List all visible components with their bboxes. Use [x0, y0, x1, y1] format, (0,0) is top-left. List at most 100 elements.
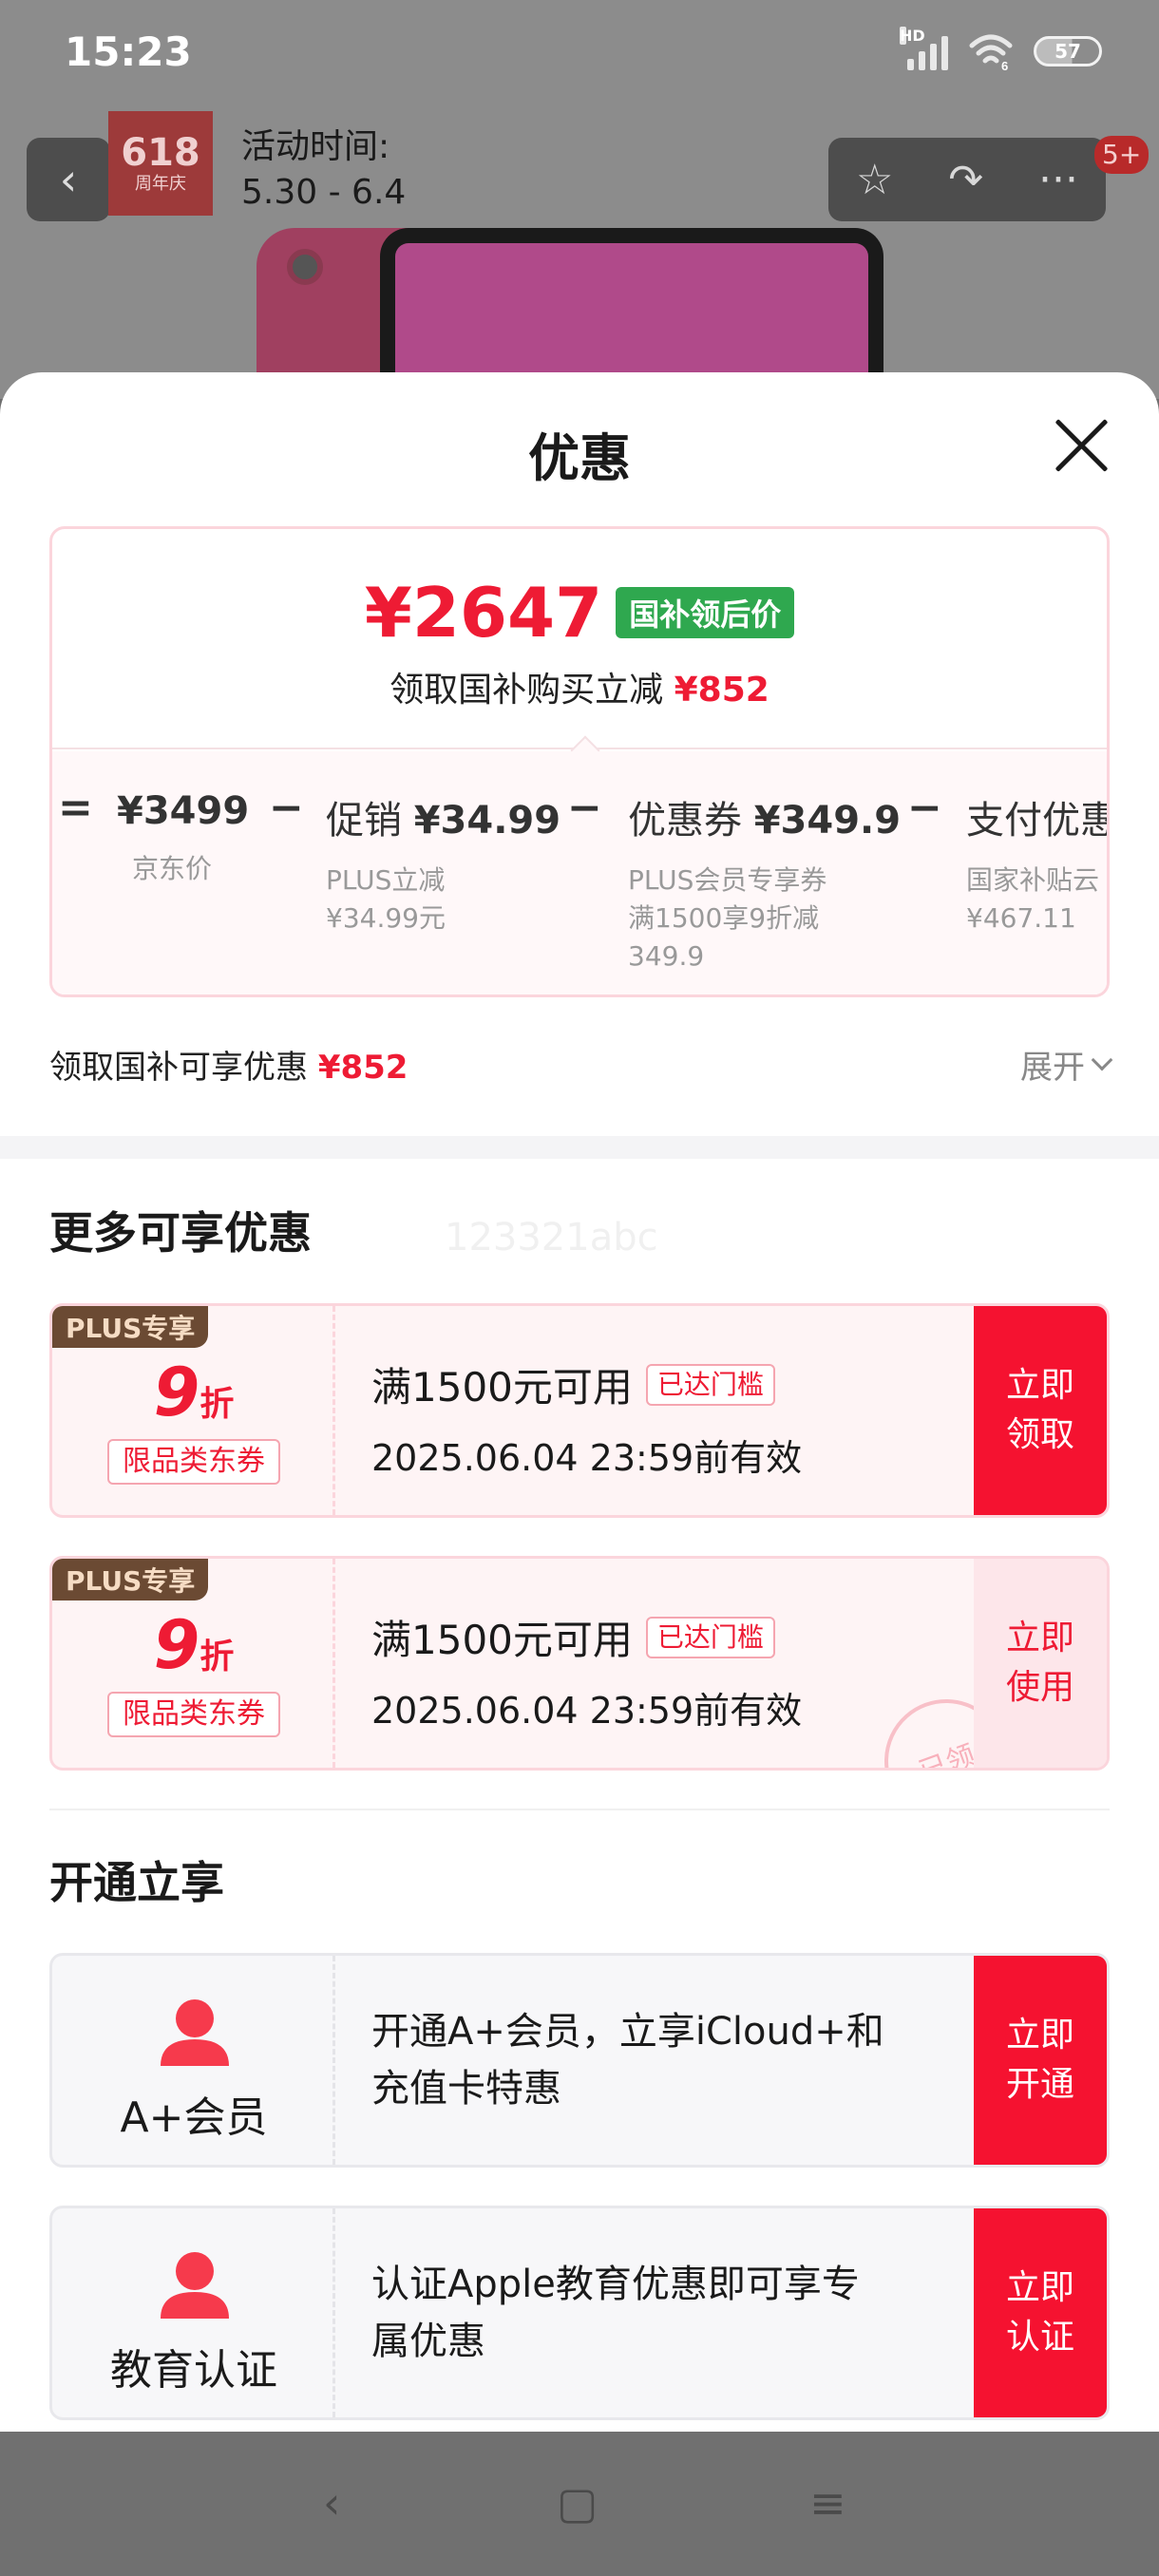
wifi-icon: 6 [967, 32, 1015, 73]
coupon-info: 满1500元可用 已达门槛 2025.06.04 23:59前有效 [371, 1355, 802, 1481]
breakdown-desc: 国家补贴云 [966, 864, 1100, 896]
member-card: 教育认证 认证Apple教育优惠即可享专 属优惠 立即 认证 [49, 2206, 1110, 2420]
activate-membership-button[interactable]: 立即 开通 [974, 1956, 1107, 2165]
subsidy-offer-amount: ¥852 [317, 1048, 408, 1087]
breakdown-label: 优惠券 [628, 799, 742, 843]
breakdown-label: 促销 [326, 799, 402, 843]
activity-label: 活动时间: [241, 127, 390, 166]
coupon-condition-row: 满1500元可用 已达门槛 [371, 1355, 802, 1413]
price-card: ¥2647 国补领后价 领取国补购买立减 ¥852 = ¥3499 京东价 − … [49, 526, 1110, 997]
breakdown-desc: 349.9 [628, 940, 705, 972]
coupon-type: 限品类东券 [107, 1439, 280, 1485]
discount-value: 9 [153, 1354, 200, 1431]
coupon-left: PLUS专享 9折 限品类东券 [52, 1559, 335, 1768]
action-line: 立即 [1005, 1619, 1074, 1657]
network-label: HD [900, 27, 925, 45]
expand-label: 展开 [1020, 1048, 1085, 1087]
more-icon[interactable]: ··· [1038, 156, 1078, 204]
use-coupon-button[interactable]: 立即 使用 [974, 1559, 1107, 1768]
coupon-condition: 满1500元可用 [371, 1617, 633, 1663]
discount-unit: 折 [200, 1638, 235, 1676]
action-line: 认证 [1005, 2318, 1074, 2357]
member-desc: 认证Apple教育优惠即可享专 属优惠 [371, 2256, 922, 2370]
svg-text:6: 6 [1001, 59, 1008, 70]
product-image-camera [287, 249, 323, 285]
signal-icon: HD [900, 27, 948, 70]
logo-main-text: 618 [121, 131, 200, 175]
person-icon [161, 1999, 229, 2066]
status-time: 15:23 [65, 28, 192, 75]
product-top-nav: ‹ 618 周年庆 活动时间: 5.30 - 6.4 ☆ ↷ ··· 5+ [0, 109, 1159, 233]
nav-home-icon[interactable]: ▢ [557, 2477, 598, 2529]
coupon-expiry: 2025.06.04 23:59前有效 [371, 1437, 803, 1479]
education-verify-button[interactable]: 立即 认证 [974, 2208, 1107, 2417]
subsidy-price-tag: 国补领后价 [616, 587, 795, 638]
discount-value: 9 [153, 1606, 200, 1684]
action-line: 领取 [1005, 1415, 1074, 1454]
coupon-condition-row: 满1500元可用 已达门槛 [371, 1608, 802, 1666]
member-card: A+会员 开通A+会员，立享iCloud+和 充值卡特惠 立即 开通 [49, 1953, 1110, 2168]
coupon-info: 满1500元可用 已达门槛 2025.06.04 23:59前有效 [371, 1608, 802, 1733]
breakdown-desc: ¥34.99元 [326, 902, 446, 934]
breakdown-desc: ¥467.11 [966, 902, 1076, 934]
share-icon[interactable]: ↷ [948, 156, 983, 204]
member-left: A+会员 [52, 1956, 335, 2165]
subsidy-expand-row: 领取国补可享优惠 ¥852 展开 [49, 1035, 1113, 1092]
background-page: 15:23 HD 6 57 ‹ 618 周年庆 活动时间: 5.30 - 6.4… [0, 0, 1159, 399]
more-offers-title: 更多可享优惠 [49, 1207, 312, 1259]
coupon-discount: 9折 [52, 1606, 335, 1684]
plus-exclusive-tag: PLUS专享 [52, 1559, 209, 1601]
subsidy-text: 领取国补购买立减 [390, 671, 664, 710]
action-line: 使用 [1005, 1668, 1074, 1707]
subsidy-offer-text: 领取国补可享优惠 [49, 1048, 308, 1087]
breakdown-value: ¥34.99 [413, 799, 561, 843]
action-line: 开通 [1005, 2065, 1074, 2104]
claim-coupon-button[interactable]: 立即 领取 [974, 1306, 1107, 1515]
battery-icon: 57 [1034, 36, 1102, 66]
plus-exclusive-tag: PLUS专享 [52, 1306, 209, 1348]
member-left: 教育认证 [52, 2208, 335, 2417]
back-button[interactable]: ‹ [27, 138, 110, 221]
member-desc-line: 开通A+会员，立享iCloud+和 [371, 2010, 884, 2054]
member-desc-line: 属优惠 [371, 2320, 485, 2363]
breakdown-desc: PLUS立减 [326, 864, 446, 896]
action-button-group: ☆ ↷ ··· [828, 138, 1106, 221]
status-bar: 15:23 HD 6 57 [0, 0, 1159, 104]
final-price: ¥2647 [364, 573, 603, 653]
star-icon[interactable]: ☆ [856, 156, 893, 204]
threshold-met-tag: 已达门槛 [645, 1363, 775, 1406]
price-header: ¥2647 国补领后价 领取国补购买立减 ¥852 [52, 529, 1107, 749]
watermark: 123321abc [445, 1216, 658, 1260]
expand-button[interactable]: 展开 [1020, 1041, 1113, 1088]
breakdown-value: ¥349.9 [753, 799, 902, 843]
coupon-condition: 满1500元可用 [371, 1364, 633, 1411]
breakdown-operator: − [907, 784, 942, 832]
system-nav-bar: ‹ ▢ ≡ [0, 2432, 1159, 2576]
activity-time: 活动时间: 5.30 - 6.4 [241, 124, 406, 216]
nav-menu-icon[interactable]: ≡ [809, 2477, 846, 2529]
breakdown-item-promotion: 促销 ¥34.99 PLUS立减 ¥34.99元 [326, 789, 560, 938]
breakdown-value: ¥3499 [117, 789, 250, 833]
coupon-discount: 9折 [52, 1354, 335, 1431]
action-line: 立即 [1005, 2016, 1074, 2055]
offers-sheet: 优惠 ¥2647 国补领后价 领取国补购买立减 ¥852 = ¥3499 京东价… [0, 372, 1159, 2432]
action-line: 立即 [1005, 2268, 1074, 2307]
coupon-card: PLUS专享 9折 限品类东券 满1500元可用 已达门槛 2025.06.04… [49, 1556, 1110, 1771]
action-line: 立即 [1005, 1366, 1074, 1405]
breakdown-desc: PLUS会员专享券 [628, 864, 827, 896]
breakdown-operator: − [567, 784, 602, 832]
thin-divider [49, 1809, 1110, 1810]
subsidy-summary: 领取国补购买立减 ¥852 [52, 662, 1107, 711]
member-desc: 开通A+会员，立享iCloud+和 充值卡特惠 [371, 2003, 922, 2117]
close-icon[interactable] [1053, 416, 1110, 473]
breakdown-operator: − [269, 784, 304, 832]
breakdown-desc: 满1500享9折减 [628, 902, 820, 934]
breakdown-item-jd-price: ¥3499 京东价 [117, 789, 249, 888]
sheet-title: 优惠 [528, 428, 631, 488]
coupon-card: PLUS专享 9折 限品类东券 满1500元可用 已达门槛 2025.06.04… [49, 1303, 1110, 1518]
nav-back-icon[interactable]: ‹ [323, 2477, 340, 2529]
final-price-line: ¥2647 国补领后价 [52, 573, 1107, 653]
chevron-down-icon [1091, 1049, 1113, 1071]
coupon-left: PLUS专享 9折 限品类东券 [52, 1306, 335, 1515]
activate-title: 开通立享 [49, 1857, 224, 1908]
